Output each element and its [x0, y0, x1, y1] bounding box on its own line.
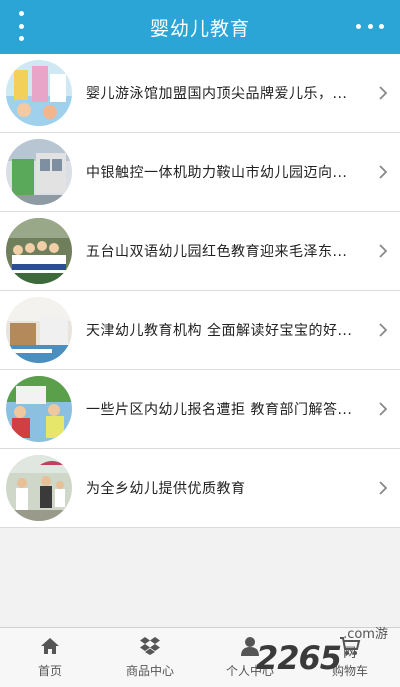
page-title: 婴幼儿教育	[149, 17, 250, 40]
article-list: 婴儿游泳馆加盟国内顶尖品牌爱儿乐，... 中银触控一体机助力鞍山市幼儿园迈向..…	[0, 54, 400, 528]
list-item[interactable]: 中银触控一体机助力鞍山市幼儿园迈向...	[0, 133, 400, 212]
article-thumbnail	[6, 376, 72, 442]
list-item[interactable]: 婴儿游泳馆加盟国内顶尖品牌爱儿乐，...	[0, 54, 400, 133]
tab-products[interactable]: 商品中心	[100, 628, 200, 687]
tab-label: 购物车	[331, 664, 368, 678]
list-item[interactable]: 为全乡幼儿提供优质教育	[0, 449, 400, 528]
article-title: 中银触控一体机助力鞍山市幼儿园迈向...	[86, 165, 348, 181]
article-title: 一些片区内幼儿报名遭拒 教育部门解答...	[86, 402, 353, 418]
tab-profile[interactable]: 个人中心	[200, 628, 300, 687]
chevron-right-icon	[378, 85, 388, 101]
article-title: 婴儿游泳馆加盟国内顶尖品牌爱儿乐，...	[86, 86, 348, 102]
tab-home[interactable]: 首页	[0, 628, 100, 687]
chevron-right-icon	[378, 243, 388, 259]
horizontal-dots-more-icon[interactable]	[356, 22, 384, 30]
tab-label: 个人中心	[225, 664, 274, 678]
article-thumbnail	[6, 297, 72, 363]
tab-label: 首页	[37, 664, 62, 678]
article-title: 天津幼儿教育机构 全面解读好宝宝的好...	[86, 323, 353, 339]
chevron-right-icon	[378, 480, 388, 496]
list-item[interactable]: 天津幼儿教育机构 全面解读好宝宝的好...	[0, 291, 400, 370]
article-thumbnail	[6, 455, 72, 521]
chevron-right-icon	[378, 401, 388, 417]
tab-label: 商品中心	[125, 664, 174, 678]
user-icon	[239, 636, 261, 656]
list-item[interactable]: 五台山双语幼儿园红色教育迎来毛泽东...	[0, 212, 400, 291]
article-title: 五台山双语幼儿园红色教育迎来毛泽东...	[86, 244, 348, 260]
home-icon	[39, 636, 61, 656]
vertical-dots-menu-icon[interactable]	[17, 11, 25, 41]
cart-icon	[339, 636, 361, 656]
bottom-tab-bar: 首页 商品中心 个人中心 购物车	[0, 627, 400, 687]
list-item[interactable]: 一些片区内幼儿报名遭拒 教育部门解答...	[0, 370, 400, 449]
tab-cart[interactable]: 购物车	[300, 628, 400, 687]
article-title: 为全乡幼儿提供优质教育	[86, 481, 246, 497]
article-thumbnail	[6, 60, 72, 126]
dropbox-box-icon	[139, 636, 161, 656]
chevron-right-icon	[378, 322, 388, 338]
article-thumbnail	[6, 218, 72, 284]
chevron-right-icon	[378, 164, 388, 180]
top-bar: 婴幼儿教育	[0, 0, 400, 54]
article-thumbnail	[6, 139, 72, 205]
